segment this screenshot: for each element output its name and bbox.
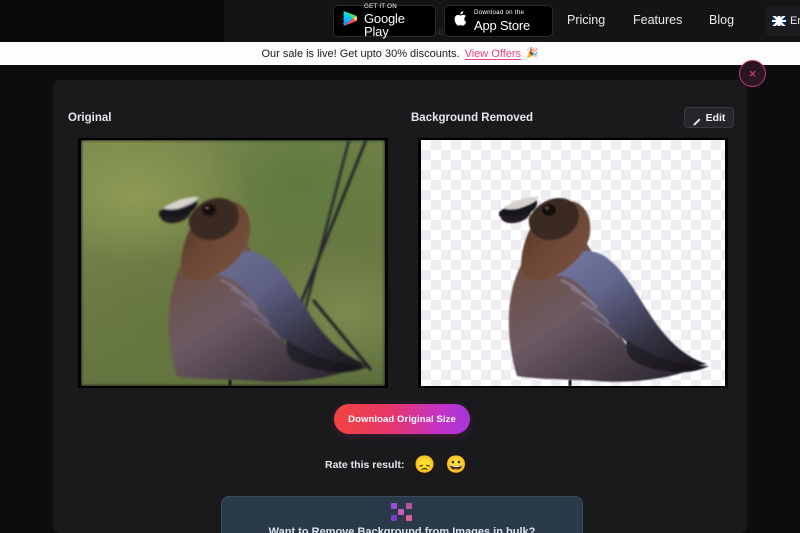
edit-button[interactable]: Edit (684, 107, 734, 128)
background-removed-label: Background Removed (411, 112, 534, 124)
apple-icon (454, 10, 468, 32)
sale-banner-text: Our sale is live! Get upto 30% discounts… (261, 47, 460, 60)
bulk-pixel-icon (391, 503, 413, 521)
language-label: Eng (790, 15, 800, 27)
app-store-small-label: Download on the (474, 9, 525, 17)
original-image (81, 140, 385, 386)
google-play-big-label: Google Play (364, 11, 405, 40)
view-offers-link[interactable]: View Offers (465, 48, 521, 60)
language-selector[interactable]: Eng (766, 6, 800, 36)
background-removed-image-frame[interactable] (418, 138, 728, 388)
download-original-size-button[interactable]: Download Original Size (334, 404, 470, 434)
nav-left-backdrop (0, 0, 224, 42)
uk-flag-icon (772, 16, 786, 26)
google-play-label-group: GET IT ON Google Play (364, 2, 426, 40)
app-store-label-group: Download on the App Store (474, 9, 531, 33)
nav-link-blog[interactable]: Blog (709, 13, 734, 27)
original-bird-photo (159, 140, 373, 386)
original-image-frame[interactable] (78, 138, 388, 388)
close-button[interactable]: × (739, 60, 766, 87)
rating-row: Rate this result: 😞 😀 (325, 456, 467, 473)
nav-link-features[interactable]: Features (633, 13, 682, 27)
rate-positive-emoji-button[interactable]: 😀 (446, 456, 467, 473)
rate-this-result-label: Rate this result: (325, 458, 405, 471)
app-store-badge[interactable]: Download on the App Store (444, 5, 553, 37)
cutout-bird-photo (499, 196, 709, 386)
party-popper-icon: 🎉 (526, 48, 539, 59)
google-play-small-label: GET IT ON (364, 2, 397, 10)
edit-label: Edit (705, 111, 726, 124)
sale-banner: Our sale is live! Get upto 30% discounts… (0, 42, 800, 65)
bulk-promo-title: Want to Remove Background from Images in… (268, 526, 536, 533)
app-page: Want to R SEE LATEST PROCESS (0, 0, 800, 533)
close-icon: × (748, 66, 757, 81)
background-removed-image (421, 140, 725, 386)
google-play-badge[interactable]: GET IT ON Google Play (333, 2, 436, 40)
rate-negative-emoji-button[interactable]: 😞 (414, 456, 435, 473)
download-button-label: Download Original Size (348, 413, 456, 425)
pencil-icon (693, 113, 702, 126)
nav-link-pricing[interactable]: Pricing (567, 13, 605, 27)
google-play-icon (343, 10, 358, 32)
bulk-promo-panel[interactable]: Want to Remove Background from Images in… (221, 496, 583, 533)
original-label: Original (68, 112, 112, 124)
top-navigation-bar: Want to R SEE LATEST PROCESS (0, 0, 800, 42)
app-store-big-label: App Store (474, 17, 531, 33)
